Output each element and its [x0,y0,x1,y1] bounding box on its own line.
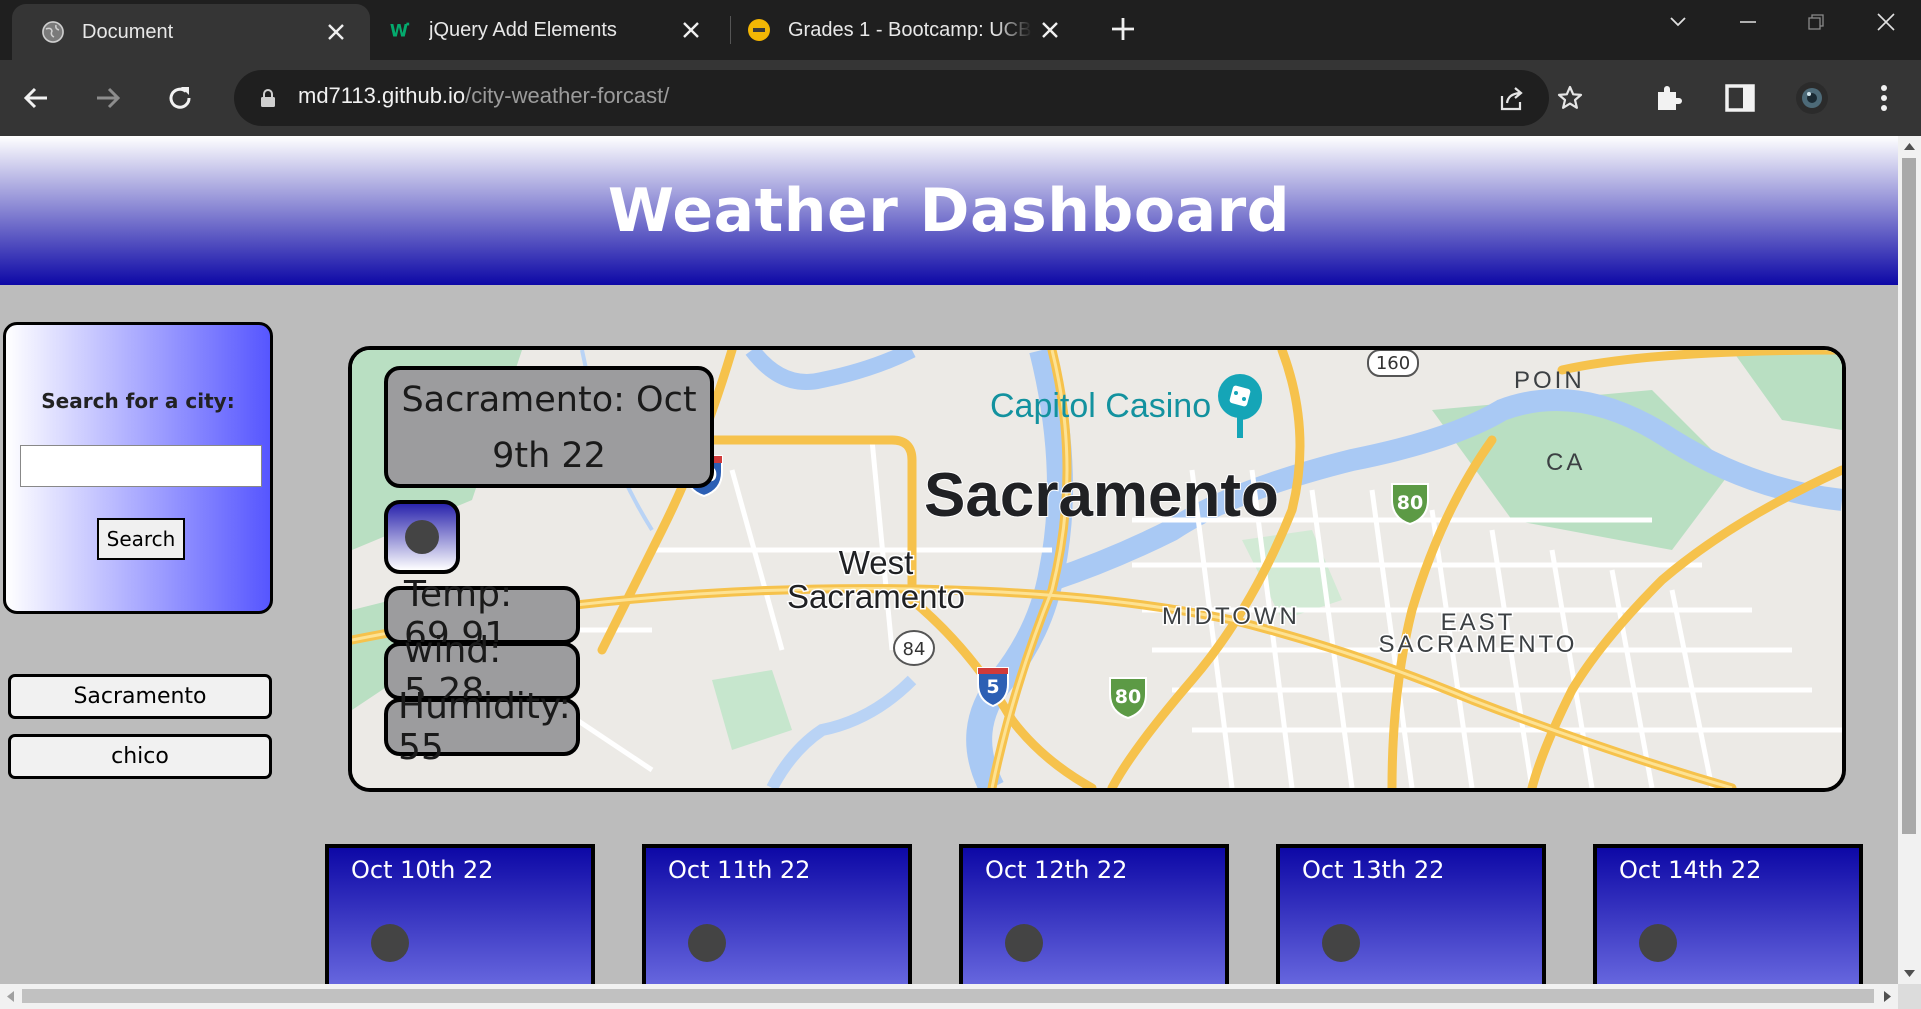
map-label-east-sacramento: SACRAMENTO [1379,631,1578,658]
highway-160-shield-icon: 160 [1367,350,1419,377]
tab-strip: Document W jQuery Add Elements Grades 1 … [0,0,1921,60]
vertical-scrollbar-thumb[interactable] [1902,158,1916,834]
current-city-date: Sacramento: Oct 9th 22 [384,366,714,488]
history-button-sacramento[interactable]: Sacramento [8,674,272,719]
new-tab-button[interactable] [1104,10,1142,48]
search-button[interactable]: Search [97,518,185,560]
shield-80-label: 80 [1115,686,1141,708]
current-weather-panel: 80 80 80 5 84 160 [348,346,1846,792]
current-weather-icon-box [384,500,460,574]
vertical-scrollbar[interactable] [1898,136,1921,984]
map-label-west: West [839,544,914,581]
close-tab-icon[interactable] [318,14,354,50]
tab-search-icon[interactable] [1644,0,1712,44]
close-tab-icon[interactable] [1032,12,1068,48]
restore-button[interactable] [1782,0,1850,44]
forward-button[interactable] [84,74,132,122]
forecast-date: Oct 11th 22 [668,856,811,884]
map-label-midtown: MIDTOWN [1162,603,1300,630]
weather-icon [1639,924,1677,962]
weather-icon [1005,924,1043,962]
close-window-button[interactable] [1852,0,1920,44]
browser-toolbar: md7113.github.io/city-weather-forcast/ [0,60,1921,136]
scroll-right-arrow-icon [1884,991,1891,1002]
forecast-date: Oct 13th 22 [1302,856,1445,884]
close-tab-icon[interactable] [673,12,709,48]
tab-title: Grades 1 - Bootcamp: UCB-VIR [788,18,1032,41]
shield-160-label: 160 [1376,353,1410,374]
map-label-ca: CA [1546,449,1585,476]
w3schools-icon: W [389,19,411,41]
forecast-date: Oct 12th 22 [985,856,1128,884]
horizontal-scrollbar[interactable] [0,984,1898,1009]
tab-grades-bootcamp[interactable]: Grades 1 - Bootcamp: UCB-VIR [732,0,1088,60]
url-text[interactable]: md7113.github.io/city-weather-forcast/ [298,83,669,109]
shield-84-label: 84 [903,639,926,660]
forecast-card: Oct 10th 22 [325,844,595,984]
tab-title: Document [82,20,174,43]
url-path: /city-weather-forcast/ [465,83,670,108]
horizontal-scrollbar-thumb[interactable] [22,989,1874,1003]
forecast-card: Oct 12th 22 [959,844,1229,984]
city-search-input[interactable] [20,445,262,487]
shield-80-label: 80 [1397,492,1423,514]
globe-icon [42,21,64,43]
url-host: md7113.github.io [298,83,466,108]
back-button[interactable] [12,74,60,122]
forecast-card: Oct 13th 22 [1276,844,1546,984]
map-label-west-sacramento: Sacramento [787,578,965,615]
history-button-chico[interactable]: chico [8,734,272,779]
weather-icon [405,520,439,554]
current-humidity: Humidity: 55 [384,686,580,768]
map-label-sacramento: Sacramento [924,461,1279,530]
shield-5-label: 5 [986,676,999,698]
scroll-up-arrow-icon [1904,143,1915,150]
svg-text:W: W [390,21,408,40]
extensions-icon[interactable] [1644,74,1692,122]
page-header: Weather Dashboard [0,136,1898,285]
tab-title: jQuery Add Elements [429,18,617,41]
lock-icon[interactable] [260,88,276,112]
bootcamp-icon [748,19,770,41]
page-viewport: Weather Dashboard Search for a city: Sea… [0,136,1898,984]
weather-icon [688,924,726,962]
scroll-down-arrow-icon [1904,970,1915,977]
search-panel: Search for a city: Search [3,322,273,614]
map-label-poin: POIN [1514,367,1585,394]
forecast-date: Oct 10th 22 [351,856,494,884]
forecast-date: Oct 14th 22 [1619,856,1762,884]
tab-document[interactable]: Document [12,4,370,60]
tab-jquery-add-elements[interactable]: W jQuery Add Elements [375,0,725,60]
scrollbar-corner [1898,984,1921,1009]
highway-84-shield-icon: 84 [893,630,935,666]
menu-icon[interactable] [1860,74,1908,122]
map-label-capitol-casino: Capitol Casino [990,387,1211,425]
forecast-card: Oct 11th 22 [642,844,912,984]
weather-icon [1322,924,1360,962]
bookmark-star-icon[interactable] [1546,74,1594,122]
profile-avatar[interactable] [1788,74,1836,122]
minimize-button[interactable] [1714,0,1782,44]
tab-separator [730,16,731,44]
share-icon[interactable] [1488,74,1536,122]
forecast-card: Oct 14th 22 [1593,844,1863,984]
address-bar[interactable]: md7113.github.io/city-weather-forcast/ [234,70,1583,126]
page-title: Weather Dashboard [607,175,1291,246]
search-label: Search for a city: [41,389,235,413]
reload-button[interactable] [156,74,204,122]
side-panel-icon[interactable] [1716,74,1764,122]
weather-icon [371,924,409,962]
scroll-left-arrow-icon [7,991,14,1002]
